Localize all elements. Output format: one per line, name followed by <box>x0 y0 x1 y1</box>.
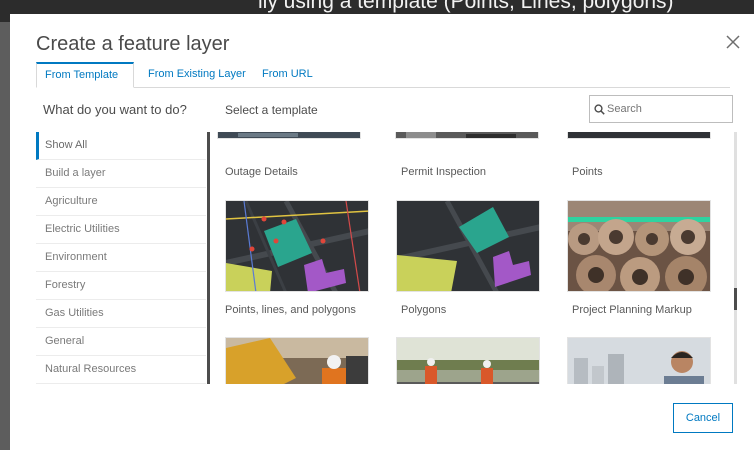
category-gas-utilities[interactable]: Gas Utilities <box>36 300 206 328</box>
rail-workers-image <box>397 338 539 384</box>
create-feature-layer-dialog: Create a feature layer From Template Fro… <box>10 14 754 450</box>
template-label-points-lines-polygons[interactable]: Points, lines, and polygons <box>225 304 356 316</box>
category-forestry[interactable]: Forestry <box>36 272 206 300</box>
category-environment[interactable]: Environment <box>36 244 206 272</box>
template-thumbnail-permit-inspection[interactable] <box>395 132 539 139</box>
close-button[interactable] <box>722 31 744 53</box>
template-label-outage-details[interactable]: Outage Details <box>225 166 298 178</box>
background-app-text: lly using a template (Points, Lines, pol… <box>258 0 674 13</box>
source-tabs: From Template From Existing Layer From U… <box>36 62 730 88</box>
template-thumbnail-outage-details[interactable] <box>217 132 361 139</box>
category-general[interactable]: General <box>36 328 206 356</box>
search-field[interactable] <box>589 95 733 123</box>
tab-from-existing-layer[interactable]: From Existing Layer <box>140 62 254 88</box>
close-icon <box>726 35 740 49</box>
polygons-image <box>397 201 539 291</box>
category-natural-resources[interactable]: Natural Resources <box>36 356 206 384</box>
category-list: Show All Build a layer Agriculture Elect… <box>36 132 206 384</box>
points-lines-polygons-image <box>226 201 368 291</box>
category-agriculture[interactable]: Agriculture <box>36 188 206 216</box>
template-thumbnail-city-person[interactable] <box>567 337 711 384</box>
construction-image <box>226 338 368 384</box>
template-grid: Outage Details Permit Inspection Points <box>215 132 731 384</box>
search-icon <box>594 104 605 115</box>
template-label-permit-inspection[interactable]: Permit Inspection <box>401 166 486 178</box>
background-app-side <box>0 22 10 450</box>
template-thumbnail-polygons[interactable] <box>396 200 540 292</box>
template-thumbnail-project-planning-markup[interactable] <box>567 200 711 292</box>
points-image <box>568 132 710 138</box>
category-build-a-layer[interactable]: Build a layer <box>36 160 206 188</box>
tab-from-template[interactable]: From Template <box>36 62 134 88</box>
city-person-image <box>568 338 710 384</box>
tab-from-url[interactable]: From URL <box>254 62 321 88</box>
template-label-polygons[interactable]: Polygons <box>401 304 446 316</box>
template-heading: Select a template <box>225 103 318 117</box>
outage-details-image <box>218 132 360 138</box>
search-input[interactable] <box>607 100 727 118</box>
template-thumbnail-points[interactable] <box>567 132 711 139</box>
template-label-project-planning-markup[interactable]: Project Planning Markup <box>572 304 692 316</box>
cable-spools-image <box>568 201 710 291</box>
template-thumbnail-points-lines-polygons[interactable] <box>225 200 369 292</box>
permit-inspection-image <box>396 132 538 138</box>
template-label-points[interactable]: Points <box>572 166 603 178</box>
category-electric-utilities[interactable]: Electric Utilities <box>36 216 206 244</box>
template-scrollbar-thumb[interactable] <box>734 288 737 310</box>
category-scrollbar[interactable] <box>207 132 210 384</box>
cancel-button[interactable]: Cancel <box>673 403 733 433</box>
template-thumbnail-construction[interactable] <box>225 337 369 384</box>
category-show-all[interactable]: Show All <box>36 132 206 160</box>
dialog-title: Create a feature layer <box>36 33 230 55</box>
category-heading: What do you want to do? <box>43 102 187 117</box>
template-scrollbar[interactable] <box>734 132 737 384</box>
template-thumbnail-rail-workers[interactable] <box>396 337 540 384</box>
